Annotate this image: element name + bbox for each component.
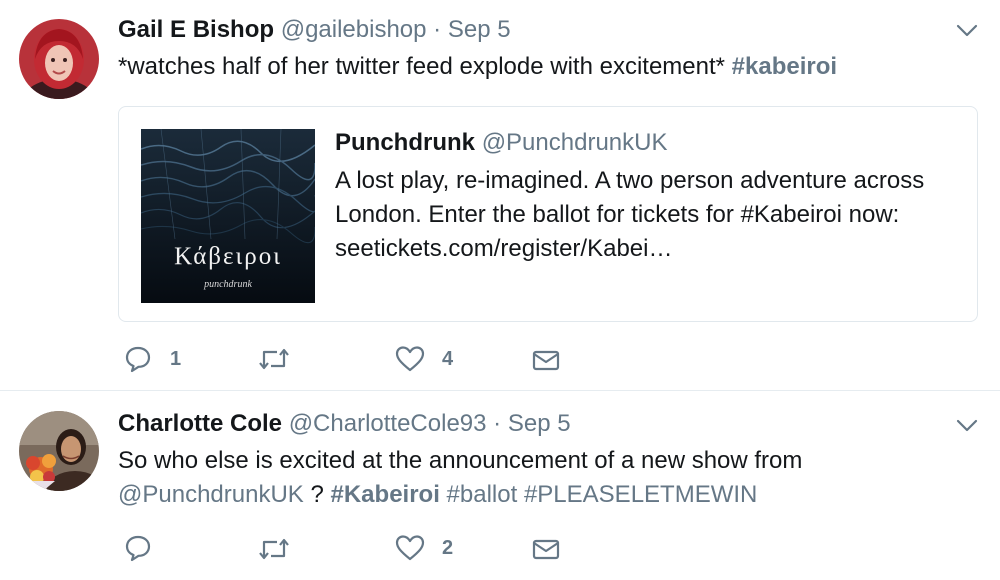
card-image: Κάβειροι punchdrunk bbox=[141, 129, 315, 303]
separator: · bbox=[493, 410, 502, 437]
tweet-header: Gail E Bishop @gailebishop · Sep 5 bbox=[118, 16, 511, 44]
retweet-button[interactable] bbox=[257, 536, 297, 562]
author-name[interactable]: Charlotte Cole bbox=[118, 410, 282, 437]
author-handle[interactable]: @CharlotteCole93 bbox=[289, 410, 487, 437]
reply-count: 1 bbox=[170, 348, 182, 370]
card-image-title: Κάβειροι bbox=[174, 243, 282, 270]
card-image-subtitle: punchdrunk bbox=[203, 279, 252, 290]
tweet-text-body: ? bbox=[310, 481, 324, 508]
tweet: Gail E Bishop @gailebishop · Sep 5 *watc… bbox=[0, 0, 1000, 390]
message-button[interactable] bbox=[531, 537, 563, 563]
tweet-date[interactable]: Sep 5 bbox=[508, 410, 571, 437]
hashtag-link[interactable]: #PLEASELETMEWIN bbox=[524, 481, 757, 508]
tweet-header: Charlotte Cole @CharlotteCole93 · Sep 5 bbox=[118, 410, 571, 438]
reply-button[interactable] bbox=[124, 534, 158, 562]
like-button[interactable]: 4 bbox=[395, 345, 465, 372]
card-header: Punchdrunk @PunchdrunkUK bbox=[335, 127, 667, 159]
like-count: 4 bbox=[442, 348, 454, 370]
reply-icon bbox=[125, 346, 151, 373]
retweet-icon bbox=[259, 538, 289, 560]
chevron-down-icon[interactable] bbox=[956, 24, 978, 38]
reply-icon bbox=[125, 535, 151, 562]
message-button[interactable] bbox=[531, 348, 563, 374]
tweet-text-line2: @PunchdrunkUK ? #Kabeiroi #ballot #PLEAS… bbox=[118, 478, 757, 512]
card-description: A lost play, re-imagined. A two person a… bbox=[335, 167, 925, 194]
like-icon bbox=[395, 535, 425, 561]
tweet: Charlotte Cole @CharlotteCole93 · Sep 5 … bbox=[0, 391, 1000, 580]
avatar[interactable] bbox=[19, 411, 99, 491]
like-button[interactable]: 2 bbox=[395, 534, 465, 561]
separator: · bbox=[433, 16, 442, 43]
tweet-text-body: *watches half of her twitter feed explod… bbox=[118, 53, 725, 80]
tweet-date[interactable]: Sep 5 bbox=[448, 16, 511, 43]
hashtag-link[interactable]: #ballot bbox=[447, 481, 518, 508]
author-handle[interactable]: @gailebishop bbox=[281, 16, 427, 43]
retweet-button[interactable] bbox=[257, 346, 297, 372]
hashtag-link[interactable]: #kabeiroi bbox=[732, 53, 837, 80]
card-handle: @PunchdrunkUK bbox=[481, 129, 668, 156]
tweet-text: So who else is excited at the announceme… bbox=[118, 447, 803, 474]
message-icon bbox=[532, 350, 560, 371]
hashtag-link[interactable]: #Kabeiroi bbox=[331, 481, 440, 508]
chevron-down-icon[interactable] bbox=[956, 419, 978, 433]
tweet-text: *watches half of her twitter feed explod… bbox=[118, 50, 837, 84]
message-icon bbox=[532, 539, 560, 560]
author-name[interactable]: Gail E Bishop bbox=[118, 16, 274, 43]
like-count: 2 bbox=[442, 537, 454, 559]
card-description: London. Enter the ballot for tickets for… bbox=[335, 201, 900, 228]
card-title: Punchdrunk bbox=[335, 129, 476, 156]
retweet-icon bbox=[259, 348, 289, 370]
like-icon bbox=[395, 346, 425, 372]
avatar[interactable] bbox=[19, 19, 99, 99]
link-card[interactable]: Κάβειροι punchdrunk Punchdrunk @Punchdru… bbox=[118, 106, 978, 322]
mention-link[interactable]: @PunchdrunkUK bbox=[118, 481, 304, 508]
reply-button[interactable]: 1 bbox=[124, 345, 184, 373]
card-url: seetickets.com/register/Kabei… bbox=[335, 235, 673, 262]
